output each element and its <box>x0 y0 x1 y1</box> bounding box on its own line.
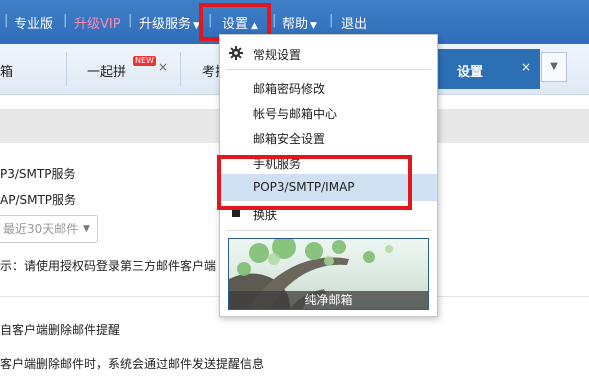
gear-icon <box>229 46 243 60</box>
menu-item-account-center-label: 帐号与邮箱中心 <box>253 107 338 121</box>
delete-notice-description: 客户端删除邮件时，系统会通过邮件发送提醒信息 <box>0 357 265 371</box>
menu-divider <box>226 230 431 231</box>
menu-item-account-center[interactable]: 帐号与邮箱中心 <box>220 100 437 124</box>
nav-logout[interactable]: 退出 <box>341 13 367 32</box>
mail-range-value: 最近30天邮件 <box>3 222 79 236</box>
menu-item-general-settings[interactable]: 常规设置 <box>220 41 437 65</box>
nav-separator: | <box>329 13 334 28</box>
close-icon[interactable]: × <box>158 60 168 74</box>
pure-mail-banner[interactable]: 纯净邮箱 <box>228 238 429 310</box>
delete-notice-label: 自客户端删除邮件提醒 <box>0 323 121 337</box>
auth-code-hint: 示：请使用授权码登录第三方邮件客户端 <box>0 259 217 273</box>
imap-service-label: AP/SMTP服务 <box>0 193 77 207</box>
nav-separator: | <box>4 13 9 28</box>
tab-mailbox[interactable]: 箱 <box>0 44 60 94</box>
tab-settings-label: 设置 <box>457 65 484 80</box>
tab-settings[interactable]: 设置 × <box>437 49 540 89</box>
nav-upgrade-service[interactable]: 升级服务 ▼ <box>139 13 200 32</box>
chevron-down-icon: ▼ <box>550 61 558 72</box>
nav-pro[interactable]: 专业版 <box>14 13 53 32</box>
tab-kaola[interactable]: 考拉 <box>181 44 228 94</box>
menu-item-change-password[interactable]: 邮箱密码修改 <box>220 75 437 99</box>
tab-yiqipin-label: 一起拼 <box>87 65 127 80</box>
mail-range-select[interactable]: 最近30天邮件 ▼ <box>0 215 98 243</box>
menu-item-change-password-label: 邮箱密码修改 <box>253 82 326 96</box>
banner-caption: 纯净邮箱 <box>229 291 428 309</box>
skin-icon <box>232 209 240 217</box>
nav-separator: | <box>128 13 133 28</box>
tab-mailbox-label: 箱 <box>0 65 14 80</box>
close-icon[interactable]: × <box>521 60 531 74</box>
nav-upgrade-vip[interactable]: 升级VIP <box>74 13 121 32</box>
menu-item-security-settings-label: 邮箱安全设置 <box>253 132 326 146</box>
nav-help[interactable]: 帮助 ▼ <box>282 13 317 32</box>
nav-separator: | <box>272 13 277 28</box>
tab-list-dropdown[interactable]: ▼ <box>541 52 567 82</box>
menu-item-general-settings-label: 常规设置 <box>253 48 302 62</box>
tab-yiqipin[interactable]: 一起拼 NEW × <box>67 44 179 94</box>
chevron-down-icon: ▼ <box>310 21 317 31</box>
nav-separator: | <box>63 13 68 28</box>
new-badge: NEW <box>133 56 156 66</box>
chevron-down-icon: ▼ <box>83 224 90 234</box>
menu-divider <box>226 69 431 70</box>
menu-item-security-settings[interactable]: 邮箱安全设置 <box>220 125 437 149</box>
pop3-service-label: P3/SMTP服务 <box>0 167 76 181</box>
pop3-highlight-box <box>217 155 412 210</box>
nav-help-label: 帮助 <box>282 17 309 32</box>
nav-upgrade-service-label: 升级服务 <box>139 17 192 32</box>
